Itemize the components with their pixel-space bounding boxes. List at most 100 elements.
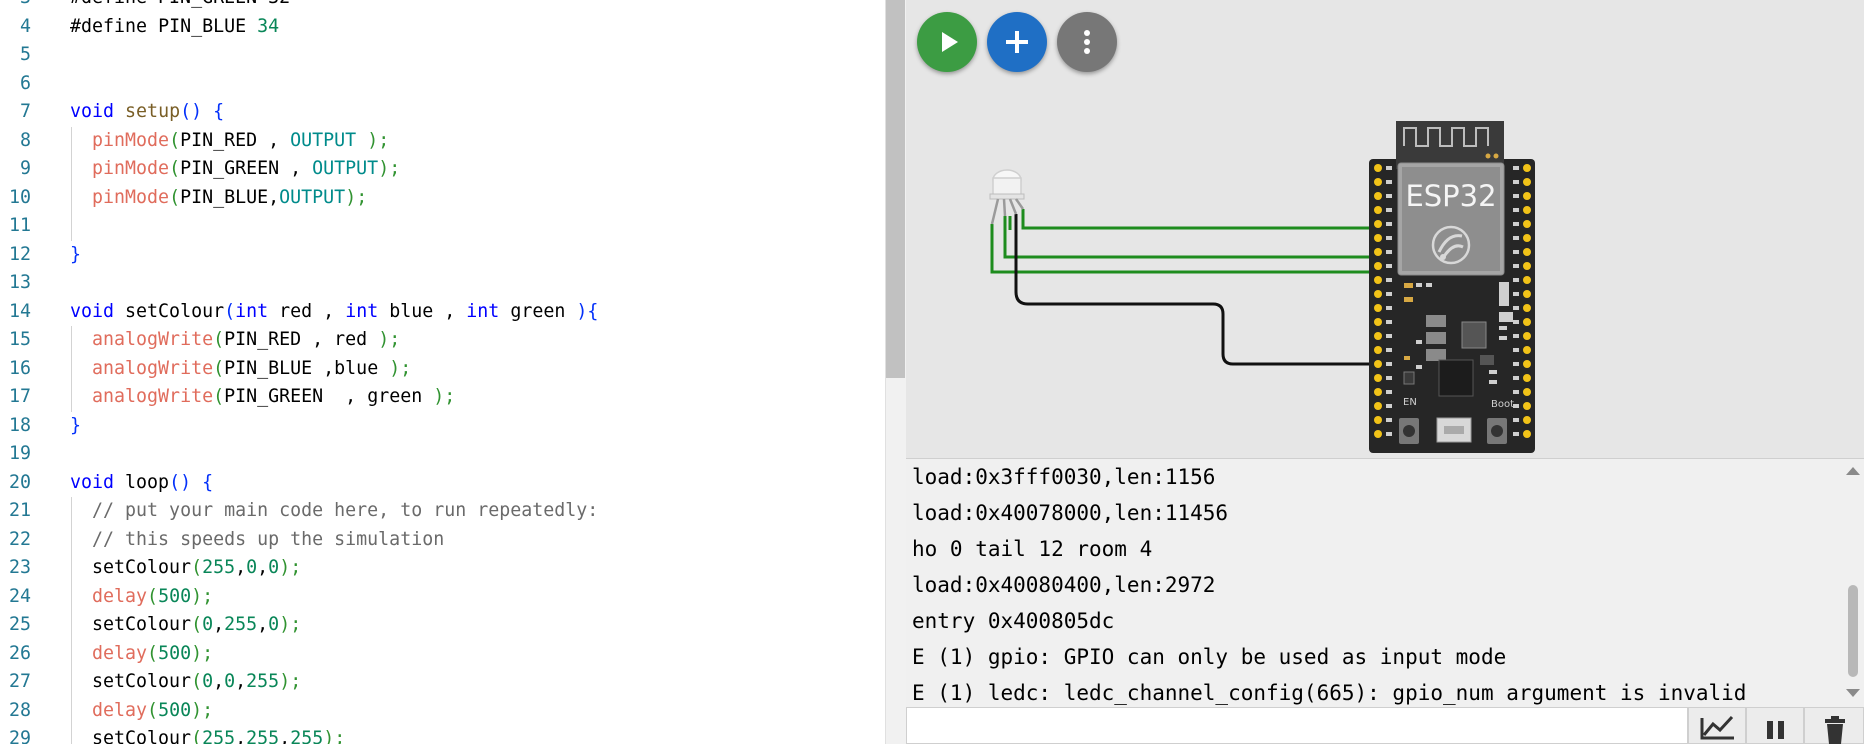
code-token: () { bbox=[180, 101, 225, 122]
code-token: 255 bbox=[224, 614, 258, 635]
line-number: 15 bbox=[8, 329, 31, 350]
line-number: 13 bbox=[8, 272, 31, 293]
line-number: 10 bbox=[8, 186, 31, 208]
code-token: PIN_BLUE ,blue bbox=[224, 357, 390, 379]
code-token: , bbox=[213, 671, 225, 692]
line-number: 6 bbox=[19, 72, 31, 94]
code-token: analogWrite bbox=[92, 357, 214, 379]
code-editor[interactable]: 3 #define PIN_GREEN 32 4 #define PIN_BLUE 3… bbox=[0, 0, 885, 744]
line-number: 12 bbox=[8, 243, 31, 265]
serial-monitor[interactable]: load:0x3fff0030,len:1156 load:0x40078000,… bbox=[906, 459, 1842, 707]
code-text: pinMode(PIN_BLUE,OUTPUT); bbox=[70, 184, 367, 213]
line-number: 20 bbox=[8, 471, 31, 493]
code-text: setColour(255,255,255); bbox=[70, 725, 345, 744]
code-token: blue , bbox=[378, 300, 467, 322]
code-text: // this speeds up the simulation bbox=[70, 526, 444, 555]
code-token: pinMode bbox=[92, 129, 170, 151]
code-token: 34 bbox=[246, 15, 280, 37]
serial-line: E (1) gpio: GPIO can only be used as inp… bbox=[912, 645, 1507, 669]
trash-icon bbox=[1825, 716, 1845, 744]
code-token: PIN_BLUE, bbox=[180, 186, 280, 208]
code-token: 0 bbox=[246, 557, 258, 578]
code-token: OUTPUT bbox=[312, 158, 379, 179]
code-text: analogWrite(PIN_RED , red ); bbox=[70, 326, 400, 355]
code-token: ( bbox=[213, 386, 225, 407]
board-label: ESP32 bbox=[1405, 179, 1496, 213]
code-token: , bbox=[235, 557, 247, 578]
code-token: 255 bbox=[290, 728, 324, 744]
code-text: setColour(0,255,0); bbox=[70, 611, 301, 640]
boot-label: Boot bbox=[1491, 399, 1514, 410]
esp32-board[interactable]: ESP32 EN Boot bbox=[1369, 121, 1535, 453]
code-token: setColour bbox=[70, 728, 192, 744]
simulation-canvas[interactable]: ESP32 EN Boot bbox=[906, 0, 1864, 459]
green-wire-1 bbox=[1021, 209, 1374, 230]
code-token: ( bbox=[191, 728, 203, 744]
code-token: pinMode bbox=[92, 158, 170, 179]
line-number: 19 bbox=[8, 443, 31, 464]
line-number: 24 bbox=[8, 585, 31, 607]
line-number: 28 bbox=[8, 699, 31, 721]
code-token: ); bbox=[279, 557, 302, 578]
rgb-led[interactable] bbox=[989, 169, 1025, 225]
code-token: ); bbox=[378, 329, 401, 350]
code-text: void loop() { bbox=[70, 469, 213, 498]
code-token: 255 bbox=[246, 728, 280, 744]
code-token: 500 bbox=[158, 585, 192, 607]
code-token: 255 bbox=[202, 557, 236, 578]
code-token: 0 bbox=[202, 671, 214, 692]
code-text: // put your main code here, to run repea… bbox=[70, 497, 598, 526]
code-token: ( bbox=[224, 300, 236, 322]
scroll-down-icon[interactable] bbox=[1846, 689, 1860, 697]
code-text: pinMode(PIN_RED , OUTPUT ); bbox=[70, 127, 389, 156]
green-wire-2 bbox=[1003, 216, 1374, 259]
code-token: () { bbox=[169, 471, 214, 493]
code-text: void setColour(int red , int blue , int … bbox=[70, 298, 598, 327]
plotter-button[interactable] bbox=[1688, 707, 1746, 744]
code-token: delay bbox=[92, 642, 148, 664]
code-token: ); bbox=[191, 699, 214, 721]
code-token: ); bbox=[389, 357, 412, 379]
scroll-up-icon[interactable] bbox=[1846, 467, 1860, 475]
code-token: ); bbox=[191, 585, 214, 607]
code-text: setColour(255,0,0); bbox=[70, 554, 301, 583]
code-token: analogWrite bbox=[92, 386, 214, 407]
pause-button[interactable] bbox=[1746, 707, 1804, 744]
code-token: ); bbox=[356, 129, 390, 151]
serial-input[interactable] bbox=[906, 707, 1688, 744]
line-number: 11 bbox=[8, 215, 31, 236]
code-token: int bbox=[235, 300, 269, 322]
line-number: 3 bbox=[0, 0, 31, 13]
code-token: PIN_GREEN , green bbox=[224, 386, 434, 407]
clear-button[interactable] bbox=[1804, 707, 1864, 744]
editor-scrollbar-thumb[interactable] bbox=[886, 0, 905, 378]
code-token: #define bbox=[70, 15, 159, 37]
code-token: red , bbox=[268, 300, 346, 322]
code-token: PIN_GREEN , bbox=[180, 158, 313, 179]
chart-line-icon bbox=[1700, 715, 1734, 740]
line-number: 18 bbox=[8, 414, 31, 436]
line-number: 29 bbox=[8, 728, 31, 744]
serial-scrollbar-thumb[interactable] bbox=[1848, 585, 1858, 677]
line-number: 7 bbox=[19, 101, 31, 122]
line-number: 9 bbox=[19, 158, 31, 179]
code-token: 0 bbox=[202, 614, 214, 635]
code-token: // this speeds up the simulation bbox=[92, 528, 445, 550]
code-text: pinMode(PIN_GREEN , OUTPUT); bbox=[70, 155, 400, 184]
code-token: setColour bbox=[70, 557, 192, 578]
line-number: 17 bbox=[8, 386, 31, 407]
serial-line: load:0x40078000,len:11456 bbox=[912, 501, 1229, 525]
code-token: ); bbox=[279, 671, 302, 692]
line-number: 4 bbox=[19, 15, 31, 37]
code-token: ( bbox=[191, 557, 203, 578]
code-token: ( bbox=[169, 158, 181, 179]
code-text: void setup() { bbox=[70, 98, 224, 127]
code-token: , bbox=[235, 728, 247, 744]
code-token: loop bbox=[114, 471, 170, 493]
